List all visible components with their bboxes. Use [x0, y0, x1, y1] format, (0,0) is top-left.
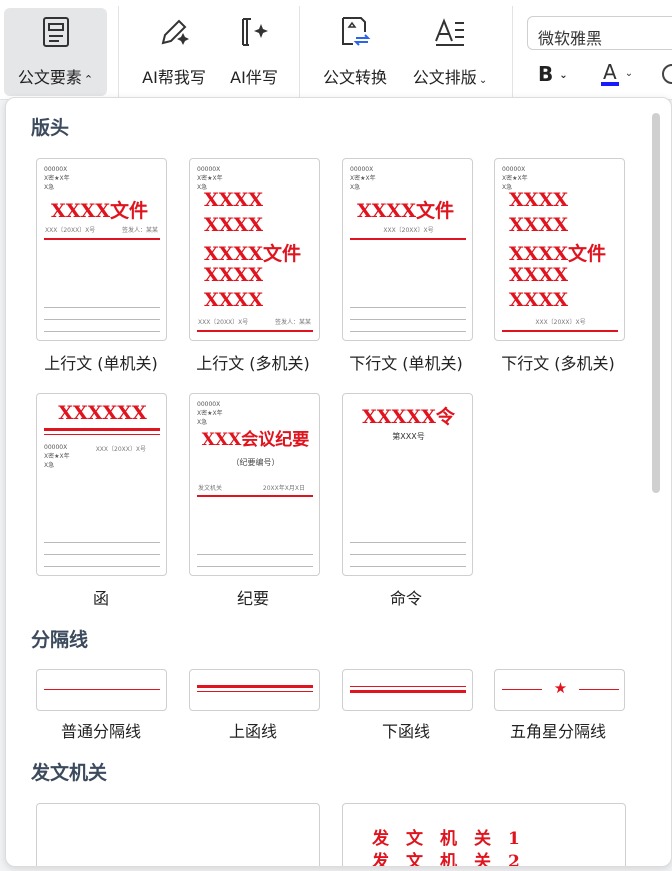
- card-line: XXXX文件: [204, 243, 301, 265]
- card-title: XXX会议纪要: [201, 430, 310, 450]
- card-line: XXXX: [509, 189, 568, 211]
- chevron-up-icon: ⌃: [83, 73, 94, 86]
- card-line: XXXX: [509, 214, 568, 236]
- ai-help-write-label: AI帮我写: [142, 68, 206, 87]
- doc-layout-label: 公文排版: [412, 68, 477, 87]
- doc-convert-label: 公文转换: [322, 68, 387, 87]
- ai-help-write-button[interactable]: AI帮我写: [133, 8, 215, 96]
- card-caption: 命令: [389, 589, 422, 608]
- official-elements-label: 公文要素: [17, 68, 82, 87]
- ai-companion-label: AI伴写: [230, 68, 278, 87]
- ai-companion-button[interactable]: AI伴写: [222, 8, 286, 96]
- card-line: XXXX: [509, 289, 568, 311]
- header-template-card[interactable]: 00000X X密★X年 X急 XXXX文件 XXX〔20XX〕X号: [342, 158, 473, 341]
- issuing-org-template-card[interactable]: [36, 803, 320, 866]
- card-meta: 00000X X密★X年 X急: [350, 166, 376, 191]
- card-doc-number: XXX〔20XX〕X号: [535, 319, 586, 326]
- divider: [512, 6, 513, 98]
- header-template-card[interactable]: XXXXX令 第XXX号: [342, 393, 473, 576]
- card-title: XXXXX令: [362, 406, 455, 428]
- doc-layout-button[interactable]: 公文排版 ⌄: [404, 8, 496, 96]
- chevron-down-icon: ⌄: [559, 70, 568, 81]
- divider-template-card[interactable]: [36, 669, 167, 711]
- card-line: XXXX: [204, 264, 263, 286]
- card-caption: 普通分隔线: [60, 722, 141, 741]
- card-line: XXXX文件: [509, 243, 606, 265]
- card-doc-number: XXX〔20XX〕X号: [45, 227, 96, 234]
- card-line: XXXX: [509, 264, 568, 286]
- card-caption: 下行文 (多机关): [501, 354, 615, 373]
- card-caption: 上函线: [228, 722, 277, 741]
- card-caption: 纪要: [236, 589, 269, 608]
- card-meta: 00000X X密★X年 X急: [44, 166, 70, 191]
- org-line: 发 文 机 关 1: [372, 829, 520, 849]
- ai-cursor-sparkle-icon: [237, 8, 271, 56]
- card-title: XXXX文件: [357, 200, 454, 222]
- card-subtitle: 第XXX号: [392, 432, 425, 441]
- scrollbar-thumb[interactable]: [652, 113, 660, 493]
- document-icon: [41, 8, 71, 56]
- divider: [299, 6, 300, 98]
- card-caption: 下函线: [381, 722, 430, 741]
- header-template-card[interactable]: 00000X X密★X年 X急 XXXX XXXX XXXX文件 XXXX XX…: [189, 158, 320, 341]
- font-color-icon: A: [601, 60, 619, 86]
- pen-sparkle-icon: [157, 8, 191, 56]
- doc-convert-button[interactable]: 公文转换: [314, 8, 396, 96]
- card-subtitle: （纪要编号）: [231, 458, 280, 467]
- card-line: XXXX: [204, 214, 263, 236]
- ribbon-toolbar: 公文要素 ⌃ AI帮我写 AI伴写 公文转换 公文排版 ⌄ 微软雅黑 B ⌄ A ⌄: [0, 0, 672, 100]
- card-doc-number: XXX〔20XX〕X号: [95, 446, 146, 453]
- document-convert-icon: [339, 8, 371, 56]
- divider-template-card[interactable]: ★: [494, 669, 625, 711]
- card-date: 20XX年X月X日: [262, 485, 305, 492]
- more-icon[interactable]: [662, 64, 672, 84]
- card-title: XXXXXX: [58, 402, 147, 424]
- section-title-issuing-org: 发文机关: [31, 762, 108, 784]
- chevron-down-icon: ⌄: [478, 75, 488, 86]
- card-meta: 00000X X密★X年 X急: [44, 444, 70, 469]
- section-title-divider: 分隔线: [31, 629, 89, 651]
- card-doc-number: XXX〔20XX〕X号: [198, 319, 249, 326]
- divider: [118, 6, 119, 98]
- card-title: XXXX文件: [51, 200, 148, 222]
- card-issuer: 发文机关: [198, 485, 223, 492]
- bold-button[interactable]: B ⌄: [538, 62, 568, 86]
- official-elements-panel: 版头 00000X X密★X年 X急 XXXX文件 XXX〔20XX〕X号 签发…: [5, 97, 672, 867]
- chevron-down-icon: ⌄: [624, 68, 634, 79]
- card-meta: 00000X X密★X年 X急: [197, 401, 223, 426]
- card-signer: 签发人：某某: [121, 227, 158, 234]
- org-line: 发 文 机 关 2: [372, 852, 520, 867]
- card-line: XXXX: [204, 189, 263, 211]
- font-name-value: 微软雅黑: [538, 29, 603, 48]
- card-caption: 五角星分隔线: [509, 722, 606, 741]
- header-template-card[interactable]: 00000X X密★X年 X急 XXX会议纪要 （纪要编号） 发文机关 20XX…: [189, 393, 320, 576]
- section-title-header: 版头: [31, 117, 70, 139]
- header-template-card[interactable]: 00000X X密★X年 X急 XXXX文件 XXX〔20XX〕X号 签发人：某…: [36, 158, 167, 341]
- font-name-select[interactable]: 微软雅黑: [527, 16, 672, 50]
- card-caption: 上行文 (单机关): [44, 354, 158, 373]
- header-template-card[interactable]: XXXXXX 00000X X密★X年 X急 XXX〔20XX〕X号: [36, 393, 167, 576]
- card-caption: 函: [92, 589, 109, 608]
- official-elements-button[interactable]: 公文要素 ⌃: [4, 8, 107, 96]
- font-color-button[interactable]: A ⌄: [601, 60, 633, 86]
- header-template-card[interactable]: 00000X X密★X年 X急 XXXX XXXX XXXX文件 XXXX XX…: [494, 158, 625, 341]
- divider-template-card[interactable]: [189, 669, 320, 711]
- card-signer: 签发人：某某: [274, 319, 311, 326]
- star-icon: ★: [553, 679, 568, 697]
- card-caption: 上行文 (多机关): [196, 354, 310, 373]
- issuing-org-template-card[interactable]: 发 文 机 关 1 发 文 机 关 2: [342, 803, 626, 867]
- bold-icon: B: [538, 62, 554, 86]
- layout-text-icon: [433, 8, 467, 56]
- card-line: XXXX: [204, 289, 263, 311]
- card-doc-number: XXX〔20XX〕X号: [383, 227, 434, 234]
- card-caption: 下行文 (单机关): [349, 354, 463, 373]
- card-meta: 00000X X密★X年 X急: [502, 166, 528, 191]
- divider-template-card[interactable]: [342, 669, 473, 711]
- card-meta: 00000X X密★X年 X急: [197, 166, 223, 191]
